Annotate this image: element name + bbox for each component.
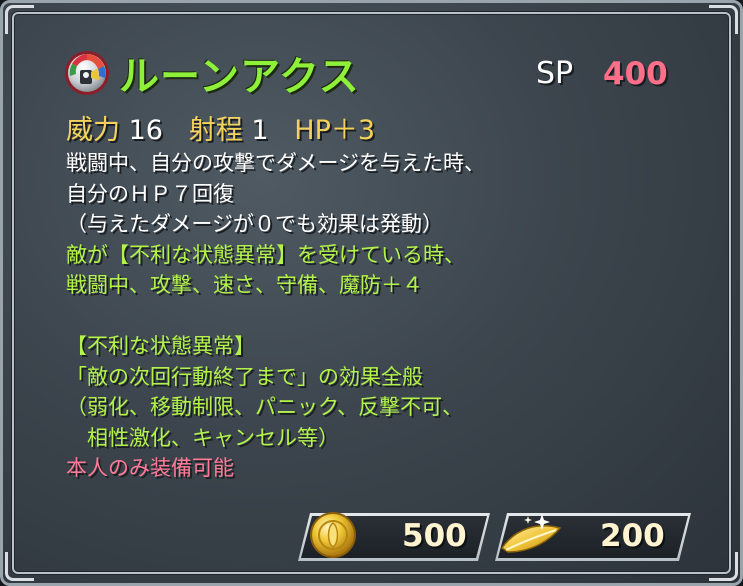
description-line: 「敵の次回行動終了まで」の効果全般 bbox=[66, 364, 423, 389]
description-line: 戦闘中、自分の攻撃でダメージを与えた時、 bbox=[66, 151, 485, 175]
weapon-stats-row: 威力 16 射程 1 HP＋3 bbox=[66, 108, 375, 147]
description-line: （弱化、移動制限、パニック、反撃不可、 bbox=[66, 395, 464, 419]
frame-corner bbox=[709, 5, 738, 34]
skill-description: 戦闘中、自分の攻撃でダメージを与えた時、 自分のＨＰ７回復 （与えたダメージが０… bbox=[66, 148, 485, 484]
frame-corner bbox=[709, 552, 738, 581]
gold-cost-value: 500 bbox=[402, 518, 467, 554]
hero-feather-icon bbox=[500, 514, 562, 553]
frame-corner bbox=[5, 5, 34, 34]
skill-name: ルーンアクス bbox=[119, 54, 360, 100]
rune-axe-icon bbox=[65, 51, 109, 95]
restriction-line: 本人のみ装備可能 bbox=[66, 456, 234, 480]
feather-cost-value: 200 bbox=[600, 518, 665, 554]
description-line: （与えたダメージが０でも効果は発動） bbox=[66, 212, 443, 236]
might-label: 威力 bbox=[66, 115, 120, 146]
gold-coin-icon bbox=[310, 512, 356, 558]
hp-bonus: HP＋3 bbox=[294, 115, 376, 146]
description-line: 戦闘中、攻撃、速さ、守備、魔防＋４ bbox=[66, 273, 423, 297]
description-line: 敵が【不利な状態異常】を受けている時、 bbox=[66, 242, 465, 267]
frame-corner bbox=[5, 552, 34, 581]
description-blank-line bbox=[66, 301, 485, 332]
range-label: 射程 bbox=[188, 115, 243, 146]
sp-label: SP bbox=[536, 56, 574, 91]
sp-value: 400 bbox=[603, 56, 668, 92]
description-line: 【不利な状態異常】 bbox=[66, 334, 255, 358]
might-value: 16 bbox=[128, 115, 163, 146]
range-value: 1 bbox=[251, 115, 269, 146]
description-line: 自分のＨＰ７回復 bbox=[66, 181, 234, 206]
description-line: 相性激化、キャンセル等） bbox=[66, 425, 339, 450]
